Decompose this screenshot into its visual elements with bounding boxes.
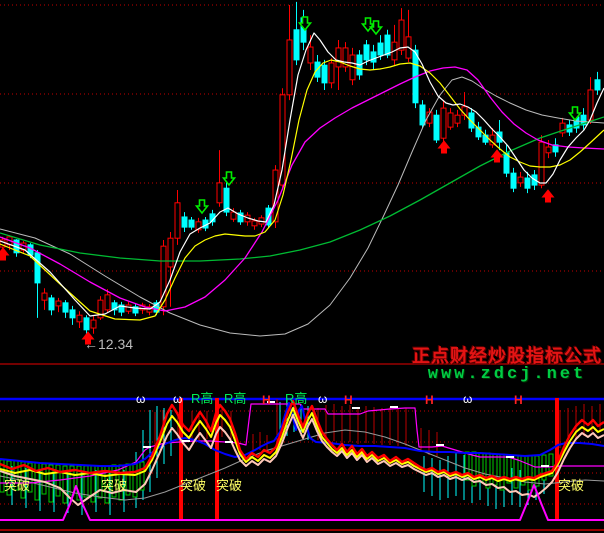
- low-price-label: ←12.34: [84, 336, 133, 352]
- r-high-label: R高: [191, 391, 213, 406]
- candle-bull: [252, 221, 257, 226]
- candle-bear: [49, 298, 54, 310]
- candle-bear: [525, 178, 530, 188]
- panel-green-bar: [84, 466, 88, 497]
- candle-bull: [455, 115, 460, 123]
- candle-bear: [63, 303, 68, 312]
- candle-bear: [35, 253, 40, 283]
- candle-bear: [371, 52, 376, 62]
- h-mark: H: [425, 393, 434, 407]
- r-high-label: R高: [285, 391, 307, 406]
- panel-green-bar: [500, 454, 504, 490]
- breakout-label: 突破: [101, 478, 127, 493]
- candle-bear: [420, 105, 425, 125]
- candle-bull: [126, 305, 131, 311]
- omega-mark: ω: [136, 392, 145, 406]
- candle-bull: [539, 142, 544, 185]
- breakout-label: 突破: [180, 478, 206, 493]
- candle-bull: [231, 212, 236, 219]
- candle-bear: [189, 220, 194, 227]
- buy-signal-arrow-icon: [0, 248, 9, 260]
- candle-bear: [84, 318, 89, 330]
- candle-bear: [364, 45, 369, 60]
- candle-bull: [77, 315, 82, 322]
- breakout-label: 突破: [216, 478, 242, 493]
- h-mark: H: [344, 393, 353, 407]
- h-mark: H: [514, 393, 523, 407]
- buy-signal-arrow-icon: [492, 150, 503, 162]
- ma-gray-line: [0, 77, 604, 336]
- candle-bull: [168, 238, 173, 267]
- chart-canvas: ←12.34突破突破突破突破突破R高R高R高ωωωωHHHH: [0, 0, 604, 533]
- candle-bear: [511, 173, 516, 188]
- candle-bull: [105, 295, 110, 310]
- candle-bull: [91, 320, 96, 328]
- candle-bull: [441, 108, 446, 138]
- candle-bull: [546, 147, 551, 153]
- panel-green-bar: [486, 453, 490, 488]
- breakout-label: 突破: [558, 478, 584, 493]
- candle-bear: [434, 115, 439, 140]
- candle-bull: [287, 40, 292, 95]
- buy-signal-arrow-icon: [439, 141, 450, 153]
- candle-bear: [294, 30, 299, 60]
- candle-bull: [336, 48, 341, 67]
- candle-bull: [56, 301, 61, 306]
- stock-chart-screen: ←12.34突破突破突破突破突破R高R高R高ωωωωHHHH 正点财经炒股指标公…: [0, 0, 604, 533]
- candle-bull: [518, 177, 523, 183]
- panel-green-bar: [528, 456, 532, 490]
- candle-bull: [175, 203, 180, 238]
- candle-bull: [329, 63, 334, 83]
- sell-signal-arrow-icon: [371, 21, 382, 34]
- candle-bull: [308, 47, 313, 63]
- candle-bear: [182, 217, 187, 227]
- candle-bear: [70, 310, 75, 318]
- candle-bull: [448, 113, 453, 127]
- breakout-label: 突破: [4, 478, 30, 493]
- candle-bear: [378, 43, 383, 55]
- omega-mark: ω: [318, 392, 327, 406]
- candle-bear: [595, 80, 600, 90]
- candle-bull: [217, 183, 222, 203]
- candle-bear: [385, 35, 390, 55]
- sell-signal-arrow-icon: [197, 200, 208, 213]
- omega-mark: ω: [463, 392, 472, 406]
- h-mark: H: [262, 393, 271, 407]
- candle-bull: [42, 293, 47, 300]
- buy-signal-arrow-icon: [543, 190, 554, 202]
- omega-mark: ω: [173, 392, 182, 406]
- panel-green-bar: [535, 456, 539, 486]
- candle-bull: [280, 95, 285, 185]
- candle-bull: [399, 20, 404, 50]
- r-high-label: R高: [224, 391, 246, 406]
- candle-bear: [322, 65, 327, 83]
